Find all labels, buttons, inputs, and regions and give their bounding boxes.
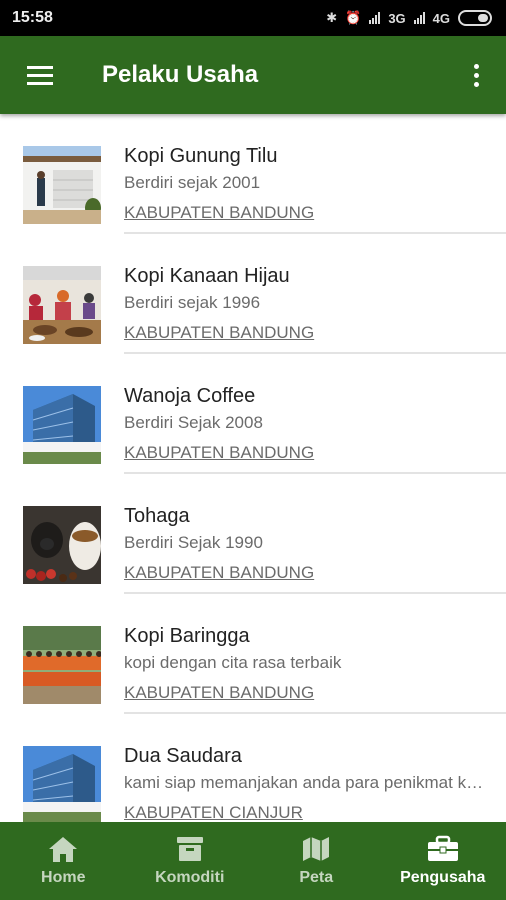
item-region-link[interactable]: KABUPATEN CIANJUR xyxy=(124,802,506,822)
more-options-button[interactable] xyxy=(446,36,506,114)
menu-button[interactable] xyxy=(0,36,80,114)
item-description: Berdiri Sejak 2008 xyxy=(124,413,263,432)
nav-peta[interactable]: Peta xyxy=(253,822,380,900)
signal-icon xyxy=(369,12,381,24)
briefcase-icon xyxy=(427,835,458,861)
item-name: Kopi Baringga xyxy=(124,625,250,647)
nav-pengusaha[interactable]: Pengusaha xyxy=(380,822,506,900)
list-item[interactable]: Kopi Kanaan Hijau Berdiri sejak 1996 KAB… xyxy=(0,234,506,354)
list-item[interactable]: Kopi Baringga kopi dengan cita rasa terb… xyxy=(0,594,506,714)
item-description: Berdiri Sejak 1990 xyxy=(124,533,263,552)
item-description: kami siap memanjakan anda para penikmat … xyxy=(124,773,486,792)
item-region-link[interactable]: KABUPATEN BANDUNG xyxy=(124,442,506,464)
item-description: Berdiri sejak 1996 xyxy=(124,293,261,312)
item-region-link[interactable]: KABUPATEN BANDUNG xyxy=(124,202,506,224)
box-icon xyxy=(176,837,203,861)
alarm-icon: ⏰ xyxy=(345,10,362,25)
item-region-link[interactable]: KABUPATEN BANDUNG xyxy=(124,682,506,704)
thumbnail-image xyxy=(23,146,101,224)
list-item[interactable]: Dua Saudara kami siap memanjakan anda pa… xyxy=(0,714,506,822)
list-item[interactable]: Wanoja Coffee Berdiri Sejak 2008 KABUPAT… xyxy=(0,354,506,474)
battery-icon xyxy=(458,10,492,26)
item-region-link[interactable]: KABUPATEN BANDUNG xyxy=(124,562,506,584)
thumbnail-image xyxy=(23,506,101,584)
app-bar: Pelaku Usaha xyxy=(0,36,506,114)
nav-peta-label: Peta xyxy=(299,869,334,886)
nav-pengusaha-label: Pengusaha xyxy=(400,869,486,886)
thumbnail-image xyxy=(23,746,101,822)
status-icons: ✱ ⏰ 3G 4G xyxy=(326,10,492,26)
home-icon xyxy=(49,837,78,862)
nav-komoditi-label: Komoditi xyxy=(155,869,225,886)
thumbnail-image xyxy=(23,626,101,704)
list-item[interactable]: Kopi Gunung Tilu Berdiri sejak 2001 KABU… xyxy=(0,114,506,234)
status-time: 15:58 xyxy=(12,9,53,26)
page-title: Pelaku Usaha xyxy=(102,61,259,88)
status-bar: 15:58 ✱ ⏰ 3G 4G xyxy=(0,0,506,36)
nav-home-label: Home xyxy=(41,869,86,886)
bottom-navigation: Home Komoditi Peta Pengusaha xyxy=(0,822,506,900)
item-name: Tohaga xyxy=(124,505,190,527)
item-name: Dua Saudara xyxy=(124,745,242,767)
item-name: Kopi Gunung Tilu xyxy=(124,145,278,167)
network-type-1: 3G xyxy=(388,10,406,26)
network-type-2: 4G xyxy=(432,10,450,26)
thumbnail-image xyxy=(23,266,101,344)
item-description: Berdiri sejak 2001 xyxy=(124,173,261,192)
signal-icon-2 xyxy=(413,12,425,24)
map-icon xyxy=(303,837,330,861)
list-item[interactable]: Tohaga Berdiri Sejak 1990 KABUPATEN BAND… xyxy=(0,474,506,594)
hamburger-icon xyxy=(27,73,53,77)
item-name: Kopi Kanaan Hijau xyxy=(124,265,290,287)
item-region-link[interactable]: KABUPATEN BANDUNG xyxy=(124,322,506,344)
item-description: kopi dengan cita rasa terbaik xyxy=(124,653,342,672)
nav-komoditi[interactable]: Komoditi xyxy=(127,822,254,900)
bluetooth-icon: ✱ xyxy=(326,10,338,25)
thumbnail-image xyxy=(23,386,101,464)
nav-home[interactable]: Home xyxy=(0,822,127,900)
item-name: Wanoja Coffee xyxy=(124,385,256,407)
business-list: Kopi Gunung Tilu Berdiri sejak 2001 KABU… xyxy=(0,114,506,822)
